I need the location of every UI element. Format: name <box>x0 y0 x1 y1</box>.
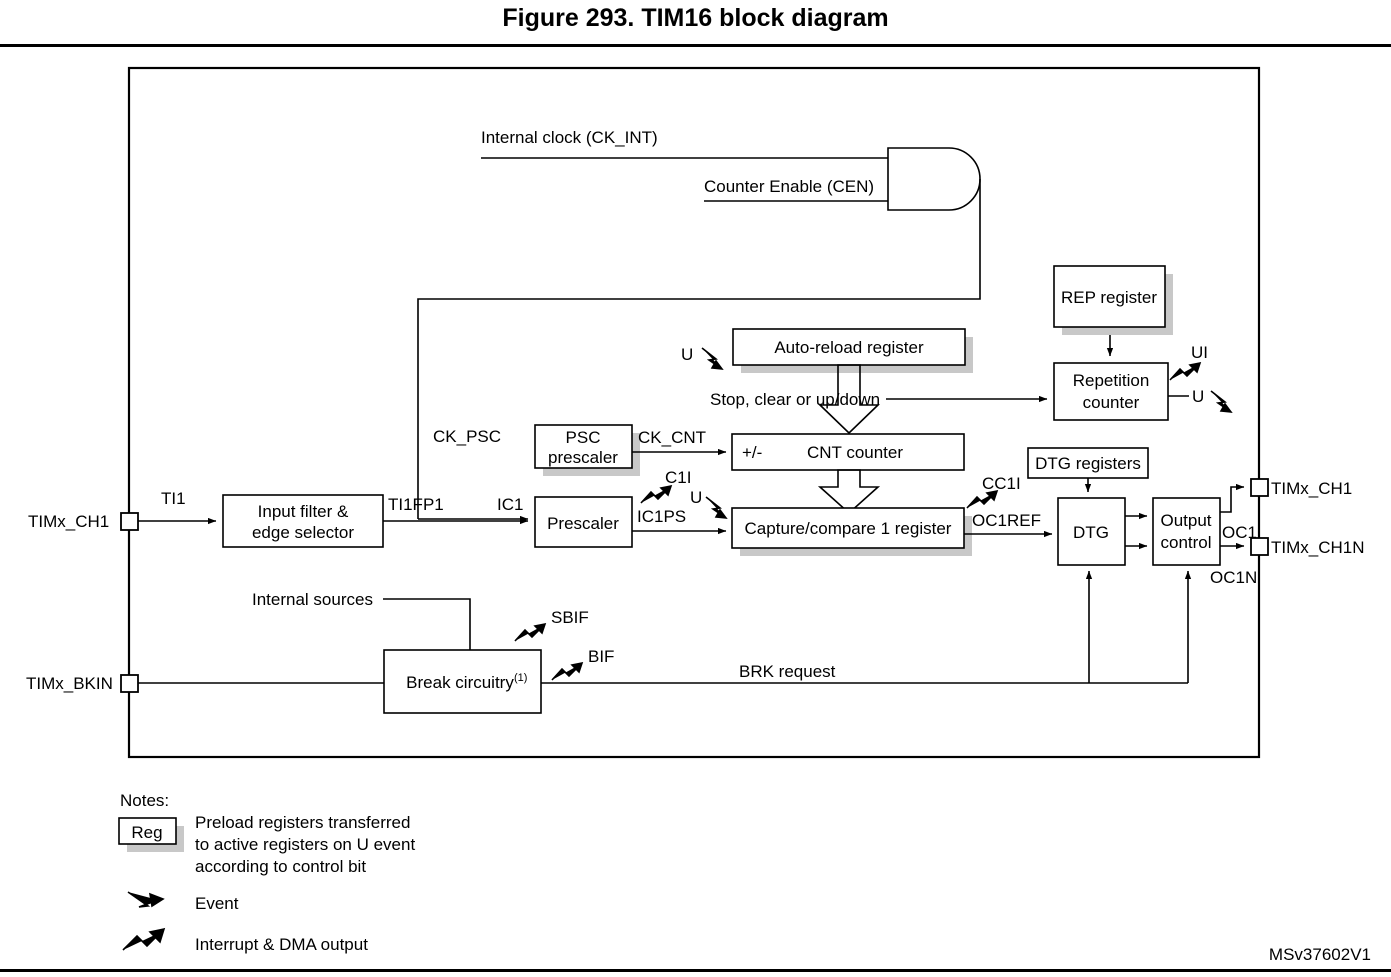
label-c1i: C1I <box>665 468 691 487</box>
legend-event-icon <box>127 891 165 908</box>
label-timx-ch1-out: TIMx_CH1 <box>1271 479 1352 498</box>
legend-interrupt-label: Interrupt & DMA output <box>195 935 368 954</box>
pin-timx-bkin <box>120 674 139 693</box>
and-gate <box>887 147 981 211</box>
legend-event-label: Event <box>195 894 239 913</box>
label-u-ccr: U <box>690 488 702 507</box>
repetition-counter-label-1: Repetition <box>1073 371 1150 390</box>
input-prescaler-label: Prescaler <box>547 514 619 533</box>
label-ck-psc: CK_PSC <box>433 427 501 446</box>
label-brk-request: BRK request <box>739 662 836 681</box>
legend-reg-label: Reg <box>131 823 162 842</box>
interrupt-icon-c1i <box>640 484 673 504</box>
label-counter-enable: Counter Enable (CEN) <box>704 177 874 196</box>
label-bif: BIF <box>588 647 614 666</box>
watermark: MSv37602V1 <box>1269 945 1371 964</box>
break-circuitry-footnote-marker: (1) <box>514 672 527 684</box>
output-control-label-2: control <box>1160 533 1211 552</box>
label-oc1ref: OC1REF <box>972 511 1041 530</box>
interrupt-icon-ui <box>1169 361 1202 381</box>
break-circuitry-label: Break circuitry <box>406 673 514 692</box>
input-filter-label-1: Input filter & <box>258 502 349 521</box>
psc-prescaler-label-1: PSC <box>566 428 601 447</box>
label-internal-sources: Internal sources <box>252 590 373 609</box>
psc-prescaler-label-2: prescaler <box>548 448 618 467</box>
rep-register-label: REP register <box>1061 288 1157 307</box>
output-control-label-1: Output <box>1160 511 1211 530</box>
legend-preload-line-3: according to control bit <box>195 857 366 876</box>
pin-timx-ch1-out <box>1250 478 1269 497</box>
label-ic1ps: IC1PS <box>637 507 686 526</box>
auto-reload-register-label: Auto-reload register <box>774 338 924 357</box>
label-ic1: IC1 <box>497 495 523 514</box>
label-cc1i: CC1I <box>982 474 1021 493</box>
label-u-repetition: U <box>1192 387 1204 406</box>
input-filter-label-2: edge selector <box>252 523 354 542</box>
label-sbif: SBIF <box>551 608 589 627</box>
label-oc1n: OC1N <box>1210 568 1257 587</box>
event-icon-autoreload <box>701 347 724 370</box>
label-stop-clear: Stop, clear or up/down <box>710 390 880 409</box>
wire-internal-sources <box>383 598 471 650</box>
label-timx-bkin: TIMx_BKIN <box>26 674 113 693</box>
tim16-block-diagram: Internal clock (CK_INT) Counter Enable (… <box>26 66 1371 964</box>
label-u-autoreload: U <box>681 345 693 364</box>
interrupt-icon-sbif <box>514 622 547 642</box>
pin-timx-ch1-in <box>120 512 139 531</box>
label-ck-cnt: CK_CNT <box>638 428 706 447</box>
capture-compare-register-label: Capture/compare 1 register <box>745 519 952 538</box>
event-icon-repetition <box>1210 390 1233 413</box>
dtg-registers-label: DTG registers <box>1035 454 1141 473</box>
label-timx-ch1-in: TIMx_CH1 <box>28 512 109 531</box>
label-timx-ch1n-out: TIMx_CH1N <box>1271 538 1365 557</box>
output-control <box>1152 497 1221 566</box>
interrupt-icon-bif <box>551 661 584 681</box>
event-icon-ccr <box>705 496 728 519</box>
legend-interrupt-icon <box>122 927 166 951</box>
notes-heading: Notes: <box>120 791 169 810</box>
wire-oc1-to-ch1 <box>1220 483 1245 513</box>
interrupt-icon-cc1i <box>966 489 999 509</box>
dtg-label: DTG <box>1073 523 1109 542</box>
label-ti1: TI1 <box>161 489 186 508</box>
legend-preload-line-2: to active registers on U event <box>195 835 415 854</box>
bus-arrow-cnt-to-ccr <box>817 469 881 515</box>
repetition-counter-label-2: counter <box>1083 393 1140 412</box>
label-ui: UI <box>1191 343 1208 362</box>
cnt-counter-sign: +/- <box>742 443 762 462</box>
legend-preload-line-1: Preload registers transferred <box>195 813 410 832</box>
figure-page: Figure 293. TIM16 block diagram Internal… <box>0 0 1391 977</box>
pin-timx-ch1n-out <box>1250 537 1269 556</box>
cnt-counter-label: CNT counter <box>807 443 903 462</box>
label-ti1fp1: TI1FP1 <box>388 495 444 514</box>
label-internal-clock: Internal clock (CK_INT) <box>481 128 658 147</box>
